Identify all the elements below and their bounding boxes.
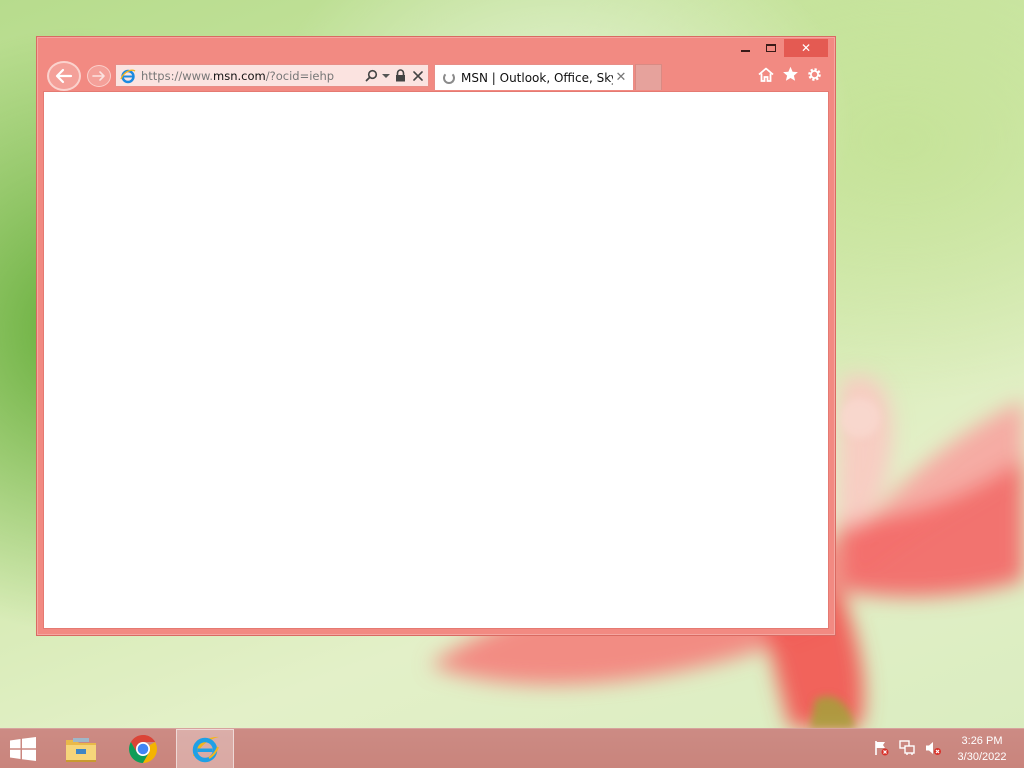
tab-msn[interactable]: MSN | Outlook, Office, Sky... ✕ — [434, 64, 634, 90]
minimize-button[interactable] — [732, 39, 758, 57]
stop-icon[interactable] — [411, 69, 424, 83]
system-clock[interactable]: 3:26 PM 3/30/2022 — [946, 733, 1018, 765]
volume-muted-icon[interactable] — [924, 739, 942, 757]
minimize-icon — [740, 50, 750, 52]
url-domain: msn.com — [213, 68, 266, 83]
home-icon[interactable] — [757, 65, 775, 83]
favorites-star-icon[interactable] — [781, 65, 799, 83]
taskbar-google-chrome[interactable] — [114, 729, 172, 768]
start-button[interactable] — [8, 737, 38, 761]
browser-toolbar-icons — [757, 65, 823, 83]
search-icon[interactable] — [365, 69, 378, 83]
url-scheme: https://www. — [141, 68, 214, 83]
back-arrow-icon — [55, 68, 73, 84]
chrome-icon — [129, 735, 157, 763]
window-caption-buttons: ✕ — [732, 39, 828, 59]
forward-button[interactable] — [87, 65, 111, 87]
close-icon: ✕ — [800, 41, 812, 55]
taskbar-internet-explorer[interactable] — [176, 729, 234, 768]
maximize-icon — [766, 44, 776, 52]
dropdown-arrow-icon[interactable] — [382, 69, 390, 83]
ie-page-icon — [119, 67, 137, 85]
internet-explorer-window: ✕ https://www.msn.com/?ocid=iehp MSN | O… — [36, 36, 836, 636]
settings-gear-icon[interactable] — [805, 65, 823, 83]
url-text[interactable]: https://www.msn.com/?ocid=iehp — [141, 69, 365, 83]
tab-close-button[interactable]: ✕ — [613, 70, 629, 86]
maximize-button[interactable] — [758, 39, 784, 57]
loading-spinner-icon — [443, 71, 455, 84]
taskbar-file-explorer[interactable] — [52, 729, 110, 768]
network-icon[interactable] — [898, 739, 916, 757]
new-tab-button[interactable] — [635, 64, 662, 90]
action-center-flag-icon[interactable] — [872, 739, 890, 757]
forward-arrow-icon — [92, 71, 105, 81]
taskbar: 3:26 PM 3/30/2022 — [0, 728, 1024, 768]
url-path: /?ocid=iehp — [265, 68, 335, 83]
navigation-bar: https://www.msn.com/?ocid=iehp MSN | Out… — [45, 61, 829, 91]
clock-date: 3/30/2022 — [957, 751, 1007, 763]
address-bar-actions — [365, 69, 428, 83]
notification-area — [872, 739, 942, 757]
address-bar[interactable]: https://www.msn.com/?ocid=iehp — [115, 64, 429, 87]
desktop: ✕ https://www.msn.com/?ocid=iehp MSN | O… — [0, 0, 1024, 728]
internet-explorer-icon — [192, 736, 219, 763]
lock-icon[interactable] — [394, 69, 407, 83]
clock-time: 3:26 PM — [961, 735, 1003, 747]
close-window-button[interactable]: ✕ — [784, 39, 828, 57]
file-explorer-icon — [66, 738, 96, 762]
tab-title: MSN | Outlook, Office, Sky... — [461, 70, 613, 85]
back-button[interactable] — [47, 61, 81, 91]
page-content-area[interactable] — [43, 91, 829, 629]
windows-logo-icon — [10, 737, 36, 761]
